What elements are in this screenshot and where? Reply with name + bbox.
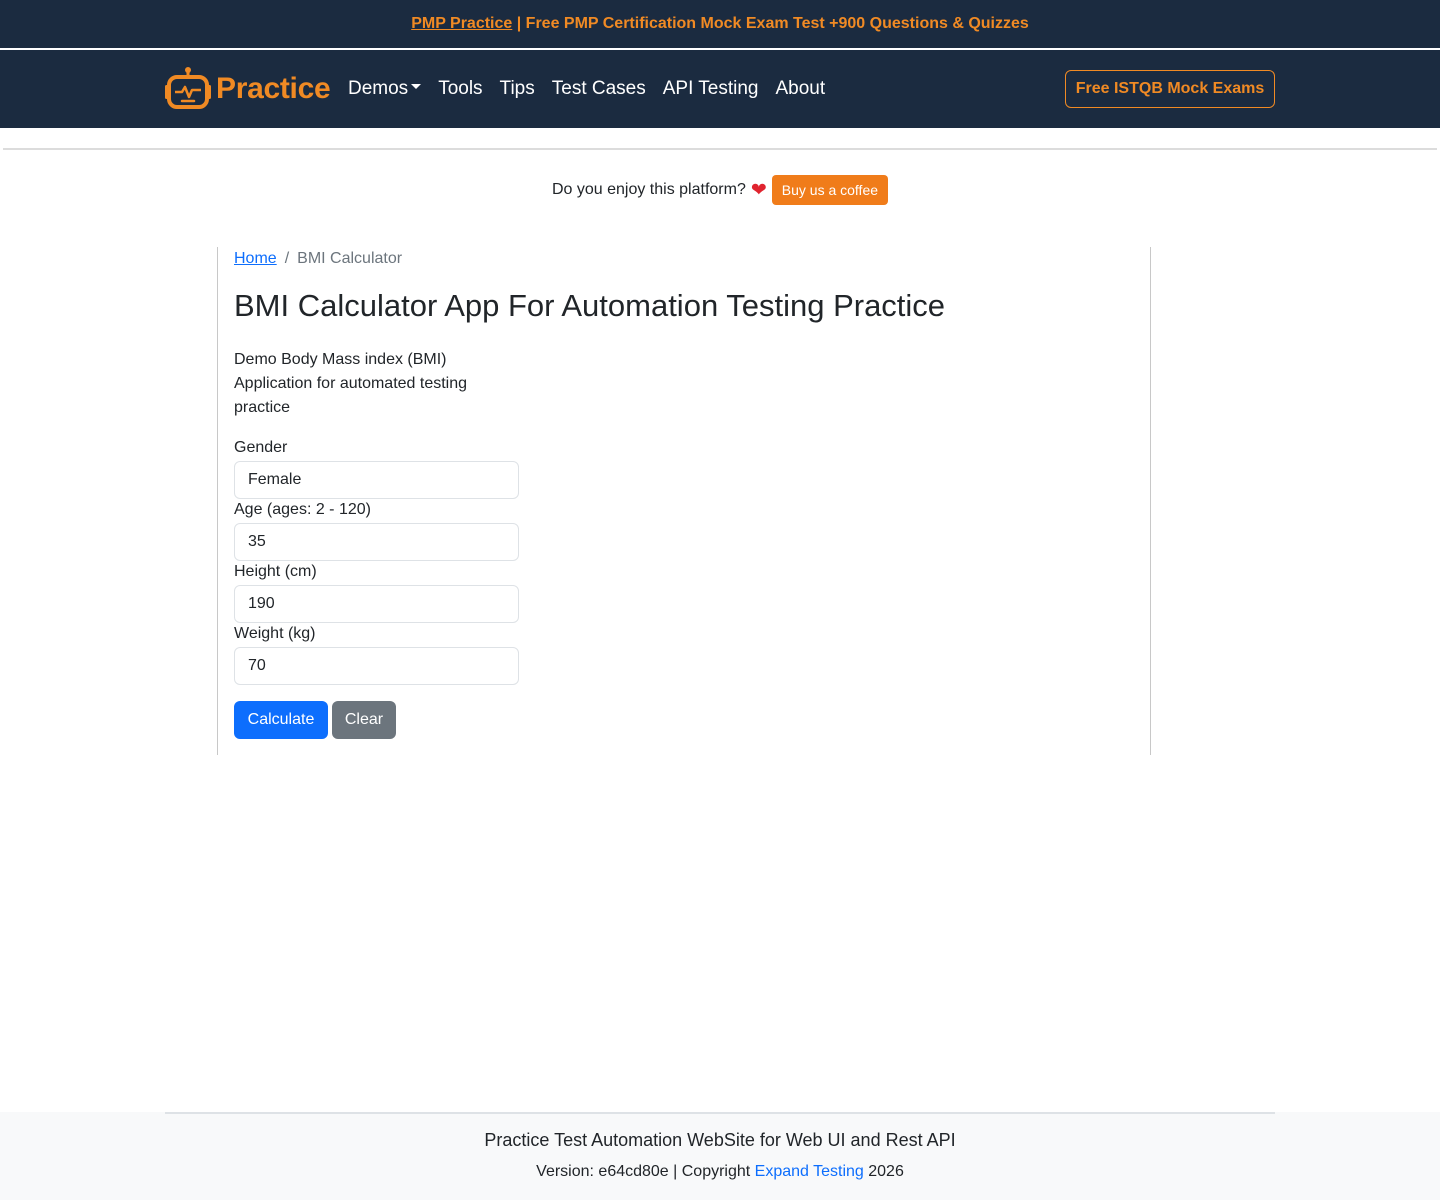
navbar: Practice Demos Tools Tips Test Cases API…	[0, 50, 1440, 128]
weight-input[interactable]: 70	[234, 647, 519, 685]
footer-title: Practice Test Automation WebSite for Web…	[484, 1130, 956, 1150]
divider	[3, 148, 1437, 150]
expand-testing-link[interactable]: Expand Testing	[755, 1163, 864, 1180]
gender-select[interactable]: Female	[234, 461, 519, 499]
promo-text: | Free PMP Certification Mock Exam Test …	[512, 15, 1029, 32]
nav-links: Demos Tools Tips Test Cases API Testing …	[348, 76, 842, 102]
footer: Practice Test Automation WebSite for Web…	[0, 1112, 1440, 1200]
nav-item-api-testing[interactable]: API Testing	[663, 78, 759, 100]
footer-divider	[165, 1112, 1275, 1114]
nav-item-tools[interactable]: Tools	[438, 78, 482, 100]
weight-label: Weight (kg)	[234, 625, 316, 642]
nav-item-demos-label: Demos	[348, 78, 409, 99]
footer-version-text: Version: e64cd80e | Copyright	[536, 1163, 755, 1180]
caret-down-icon	[411, 84, 422, 90]
footer-version: Version: e64cd80e | Copyright Expand Tes…	[0, 1163, 1440, 1181]
coffee-question: Do you enjoy this platform?	[551, 181, 746, 198]
robot-icon	[165, 67, 211, 109]
height-input[interactable]: 190	[234, 585, 519, 623]
height-label: Height (cm)	[234, 563, 317, 580]
promo-bar: PMP Practice | Free PMP Certification Mo…	[0, 0, 1440, 48]
gender-label: Gender	[234, 439, 288, 456]
breadcrumb: Home / BMI Calculator	[234, 250, 402, 268]
breadcrumb-home[interactable]: Home	[234, 250, 277, 268]
breadcrumb-separator: /	[284, 250, 290, 267]
brand-name: Practice	[216, 72, 331, 105]
nav-item-test-cases[interactable]: Test Cases	[552, 78, 646, 100]
nav-item-tips[interactable]: Tips	[500, 78, 535, 100]
coffee-banner: Do you enjoy this platform? ❤ Buy us a c…	[0, 174, 1440, 206]
brand-link[interactable]: Practice	[165, 66, 331, 112]
nav-item-demos[interactable]: Demos	[348, 78, 422, 100]
heart-icon: ❤	[750, 179, 767, 201]
buy-coffee-button[interactable]: Buy us a coffee	[771, 175, 889, 205]
age-input[interactable]: 35	[234, 523, 519, 561]
nav-item-about[interactable]: About	[776, 78, 826, 100]
breadcrumb-current: BMI Calculator	[297, 250, 403, 267]
istqb-mock-exams-button[interactable]: Free ISTQB Mock Exams	[1065, 70, 1275, 108]
clear-button[interactable]: Clear	[332, 701, 396, 739]
page-title: BMI Calculator App For Automation Testin…	[234, 288, 946, 323]
page-description: Demo Body Mass index (BMI) Application f…	[234, 351, 468, 416]
footer-year: 2026	[863, 1163, 904, 1180]
main-content: Home / BMI Calculator BMI Calculator App…	[217, 247, 1151, 755]
pmp-practice-link[interactable]: PMP Practice	[411, 15, 512, 33]
calculate-button[interactable]: Calculate	[234, 701, 328, 739]
age-label: Age (ages: 2 - 120)	[234, 501, 371, 518]
